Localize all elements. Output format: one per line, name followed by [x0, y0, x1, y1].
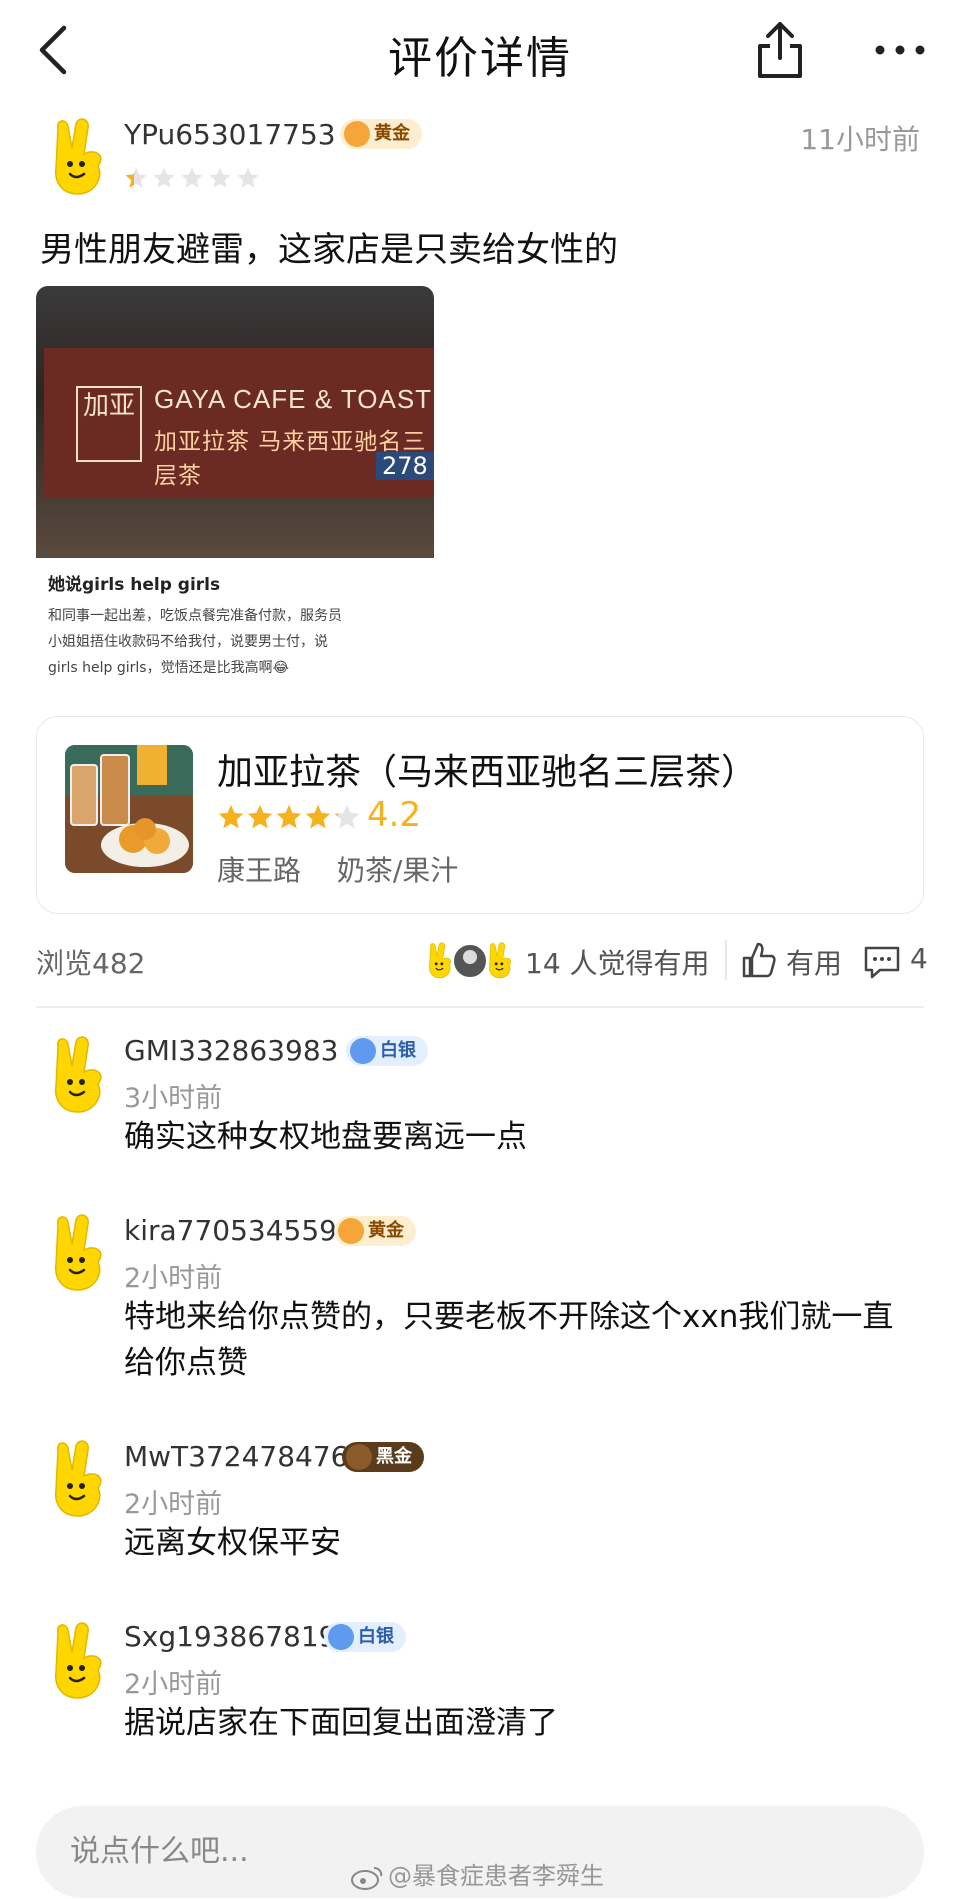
avatar[interactable] — [44, 118, 108, 198]
helpful-avatars — [428, 942, 512, 979]
comment-text: 特地来给你点赞的，只要老板不开除这个xxn我们就一直给你点赞 — [124, 1299, 894, 1381]
shop-category: 奶茶/果汁 — [336, 854, 459, 887]
comment-avatar[interactable] — [44, 1036, 108, 1116]
comment-username[interactable]: MwT372478476 — [124, 1440, 349, 1473]
review-image[interactable]: 加亚 GAYA CAFE & TOAST 加亚拉茶 马来西亚驰名三层茶 278 … — [36, 286, 434, 684]
comment-time: 2小时前 — [124, 1489, 223, 1520]
screenshot-caption: 她说girls help girls 和同事一起出差，吃饭点餐完准备付款，服务员… — [36, 558, 434, 684]
more-options-icon[interactable] — [870, 30, 930, 70]
like-button-label[interactable]: 有用 — [786, 942, 842, 982]
comment-avatar[interactable] — [44, 1622, 108, 1702]
street-number: 278 — [376, 452, 434, 480]
caption-title: 她说girls help girls — [48, 575, 221, 595]
review-time: 11小时前 — [800, 123, 920, 156]
level-badge: 白银 — [324, 1622, 406, 1652]
shop-location: 康王路 — [217, 854, 302, 887]
comment-avatar[interactable] — [44, 1214, 108, 1294]
level-badge: 白银 — [346, 1036, 428, 1066]
comment-time: 2小时前 — [124, 1263, 223, 1294]
shop-name[interactable]: 加亚拉茶（马来西亚驰名三层茶） — [217, 743, 757, 795]
divider — [36, 1006, 924, 1008]
badge-icon — [344, 121, 370, 147]
badge-icon — [346, 1444, 372, 1470]
caption-body: 和同事一起出差，吃饭点餐完准备付款，服务员 小姐姐捂住收款码不给我付，说要男士付… — [48, 608, 342, 676]
comment-icon[interactable] — [862, 944, 902, 980]
sign-english-text: GAYA CAFE & TOAST — [154, 384, 433, 414]
comment-time: 2小时前 — [124, 1669, 223, 1700]
comment-count: 4 — [910, 942, 928, 975]
nav-bar: 评价详情 — [0, 0, 960, 100]
review-username[interactable]: YPu653017753 — [124, 118, 336, 151]
comment-username[interactable]: GMI332863983 — [124, 1034, 338, 1067]
page-title: 评价详情 — [388, 33, 572, 84]
comment-time: 3小时前 — [124, 1083, 223, 1114]
share-icon[interactable] — [750, 18, 810, 82]
shop-thumbnail — [65, 745, 193, 873]
shop-rating-stars — [218, 804, 360, 829]
shop-card[interactable]: 加亚拉茶（马来西亚驰名三层茶） 4.2 康王路 奶茶/果汁 — [36, 716, 924, 914]
badge-icon — [338, 1218, 364, 1244]
watermark: @暴食症患者李舜生 — [350, 1856, 604, 1891]
badge-icon — [328, 1624, 354, 1650]
comment-username[interactable]: Sxg193867819 — [124, 1620, 336, 1653]
comment-username[interactable]: kira770534559 — [124, 1214, 337, 1247]
review-rating — [125, 167, 259, 188]
view-count: 浏览482 — [36, 947, 146, 980]
comment-text: 远离女权保平安 — [124, 1525, 341, 1561]
review-text: 男性朋友避雷，这家店是只卖给女性的 — [40, 230, 618, 270]
store-logo: 加亚 — [76, 386, 142, 462]
shop-score: 4.2 — [367, 795, 422, 835]
weibo-icon — [351, 1867, 383, 1890]
divider — [725, 940, 727, 980]
shop-meta: 康王路 奶茶/果汁 — [217, 849, 458, 889]
stats-actions: 14 人觉得有用 有用 4 — [420, 936, 930, 984]
comment-text: 据说店家在下面回复出面澄清了 — [124, 1705, 558, 1741]
badge-icon — [350, 1038, 376, 1064]
comment-text: 确实这种女权地盘要离远一点 — [124, 1119, 527, 1155]
level-badge: 黄金 — [340, 119, 422, 149]
comment-avatar[interactable] — [44, 1440, 108, 1520]
helpful-count: 14 人觉得有用 — [525, 947, 710, 980]
level-badge: 黑金 — [342, 1442, 424, 1472]
thumbs-up-icon[interactable] — [740, 940, 776, 980]
level-badge: 黄金 — [334, 1216, 416, 1246]
